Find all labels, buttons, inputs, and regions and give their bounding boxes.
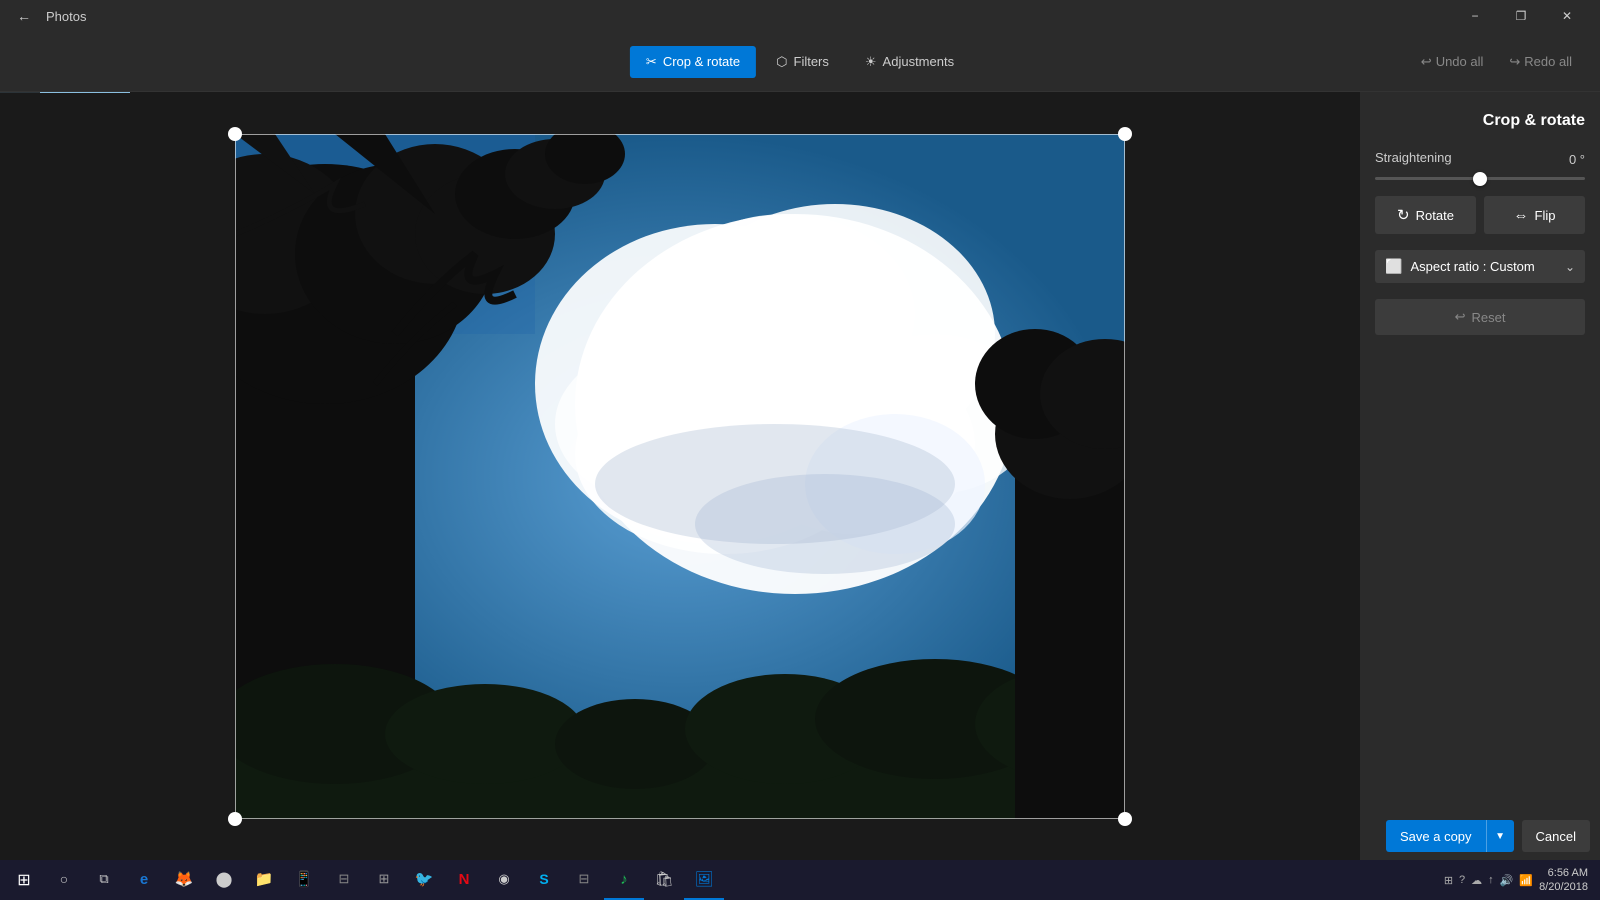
crop-corner-bl[interactable] — [228, 812, 242, 826]
crop-corner-tl[interactable] — [228, 127, 242, 141]
aspect-ratio-icon: ⬜ — [1385, 258, 1402, 275]
titlebar-controls: − ❐ ✕ — [1452, 0, 1590, 32]
straightening-header: Straightening 0 ° — [1375, 150, 1585, 169]
taskbar: ⊞ ○ ⧉ e 🦊 ⬤ 📁 📱 ⊟ ⊞ 🐦 N ◉ S ⊟ ♪ 🛍 🖼 ⊞ ? … — [0, 860, 1600, 900]
rotate-button[interactable]: ↻ Rotate — [1375, 196, 1476, 234]
aspect-ratio-value: Custom — [1490, 259, 1535, 274]
toolbar: ✂ Crop & rotate ⬡ Filters ☀ Adjustments … — [0, 32, 1600, 92]
taskbar-chrome-icon[interactable]: ⬤ — [204, 860, 244, 900]
aspect-ratio-left: ⬜ Aspect ratio : Custom — [1385, 258, 1535, 275]
adjustments-tab[interactable]: ☀ Adjustments — [849, 46, 970, 78]
redo-all-button[interactable]: ↪ Redo all — [1501, 50, 1580, 74]
rotate-flip-row: ↻ Rotate ⇔ Flip — [1375, 196, 1585, 234]
crop-icon: ✂ — [646, 54, 657, 70]
main-canvas — [0, 92, 1360, 860]
taskbar-time: 6:56 AM 8/20/2018 — [1539, 866, 1588, 895]
right-panel: Crop & rotate Straightening 0 ° ↻ Rotate… — [1360, 92, 1600, 860]
save-copy-arrow[interactable]: ▼ — [1486, 820, 1514, 852]
taskbar-firefox-icon[interactable]: 🦊 — [164, 860, 204, 900]
image-container[interactable] — [235, 134, 1125, 819]
back-button[interactable]: ← — [10, 2, 38, 30]
save-copy-label[interactable]: Save a copy — [1386, 820, 1486, 852]
toolbar-center: ✂ Crop & rotate ⬡ Filters ☀ Adjustments — [630, 46, 970, 78]
photo — [235, 134, 1125, 819]
flip-icon: ⇔ — [1514, 207, 1529, 224]
tray-icon-4: ↑ — [1488, 874, 1494, 886]
tray-icon-2: ? — [1459, 874, 1465, 886]
taskbar-app2-icon[interactable]: ⊞ — [364, 860, 404, 900]
app-title: Photos — [46, 9, 86, 24]
save-copy-button[interactable]: Save a copy ▼ — [1386, 820, 1514, 852]
taskbar-phone-icon[interactable]: 📱 — [284, 860, 324, 900]
adjustments-icon: ☀ — [865, 54, 877, 70]
aspect-ratio-label: Aspect ratio — [1410, 259, 1479, 274]
tray-icon-1: ⊞ — [1444, 874, 1453, 887]
taskbar-store-icon[interactable]: 🛍 — [644, 860, 684, 900]
panel-title: Crop & rotate — [1375, 112, 1585, 130]
aspect-ratio-colon: : — [1483, 259, 1490, 274]
taskbar-right: ⊞ ? ☁ ↑ 🔊 📶 6:56 AM 8/20/2018 — [1444, 866, 1596, 895]
straightening-slider-track[interactable] — [1375, 177, 1585, 180]
straightening-label: Straightening — [1375, 150, 1452, 165]
close-button[interactable]: ✕ — [1544, 0, 1590, 32]
crop-rotate-tab[interactable]: ✂ Crop & rotate — [630, 46, 756, 78]
cancel-button[interactable]: Cancel — [1522, 820, 1590, 852]
tray-icon-6: 📶 — [1519, 874, 1533, 887]
toolbar-right: ↩ Undo all ↪ Redo all — [1413, 50, 1580, 74]
taskbar-task-view[interactable]: ⧉ — [84, 860, 124, 900]
taskbar-search[interactable]: ○ — [44, 860, 84, 900]
crop-corner-br[interactable] — [1118, 812, 1132, 826]
straightening-section: Straightening 0 ° — [1375, 150, 1585, 180]
taskbar-edge-icon[interactable]: e — [124, 860, 164, 900]
taskbar-skype-icon[interactable]: S — [524, 860, 564, 900]
reset-icon: ↩ — [1455, 309, 1466, 325]
taskbar-photos-icon[interactable]: 🖼 — [684, 860, 724, 900]
photo-svg — [235, 134, 1125, 819]
tray-icon-5: 🔊 — [1500, 874, 1514, 887]
chevron-down-icon: ⌄ — [1565, 260, 1575, 274]
undo-all-button[interactable]: ↩ Undo all — [1413, 50, 1492, 74]
redo-icon: ↪ — [1509, 54, 1520, 70]
taskbar-explorer-icon[interactable]: 📁 — [244, 860, 284, 900]
straightening-slider-thumb[interactable] — [1473, 172, 1487, 186]
taskbar-spotify-icon[interactable]: ♪ — [604, 860, 644, 900]
aspect-ratio-dropdown[interactable]: ⬜ Aspect ratio : Custom ⌄ — [1375, 250, 1585, 283]
taskbar-app3-icon[interactable]: ◉ — [484, 860, 524, 900]
footer-buttons: Save a copy ▼ Cancel — [1386, 820, 1590, 852]
undo-icon: ↩ — [1421, 54, 1432, 70]
reset-button[interactable]: ↩ Reset — [1375, 299, 1585, 335]
restore-button[interactable]: ❐ — [1498, 0, 1544, 32]
start-button[interactable]: ⊞ — [4, 860, 44, 900]
taskbar-n-icon[interactable]: N — [444, 860, 484, 900]
minimize-button[interactable]: − — [1452, 0, 1498, 32]
crop-corner-tr[interactable] — [1118, 127, 1132, 141]
filters-tab[interactable]: ⬡ Filters — [760, 46, 845, 78]
straightening-value: 0 ° — [1569, 152, 1585, 167]
filter-icon: ⬡ — [776, 54, 787, 70]
taskbar-twitter-icon[interactable]: 🐦 — [404, 860, 444, 900]
titlebar-left: ← Photos — [10, 2, 86, 30]
taskbar-app4-icon[interactable]: ⊟ — [564, 860, 604, 900]
tray-icon-3: ☁ — [1471, 874, 1482, 887]
photo-background — [235, 134, 1125, 819]
titlebar: ← Photos − ❐ ✕ — [0, 0, 1600, 32]
taskbar-app1-icon[interactable]: ⊟ — [324, 860, 364, 900]
flip-button[interactable]: ⇔ Flip — [1484, 196, 1585, 234]
rotate-icon: ↻ — [1397, 206, 1410, 224]
